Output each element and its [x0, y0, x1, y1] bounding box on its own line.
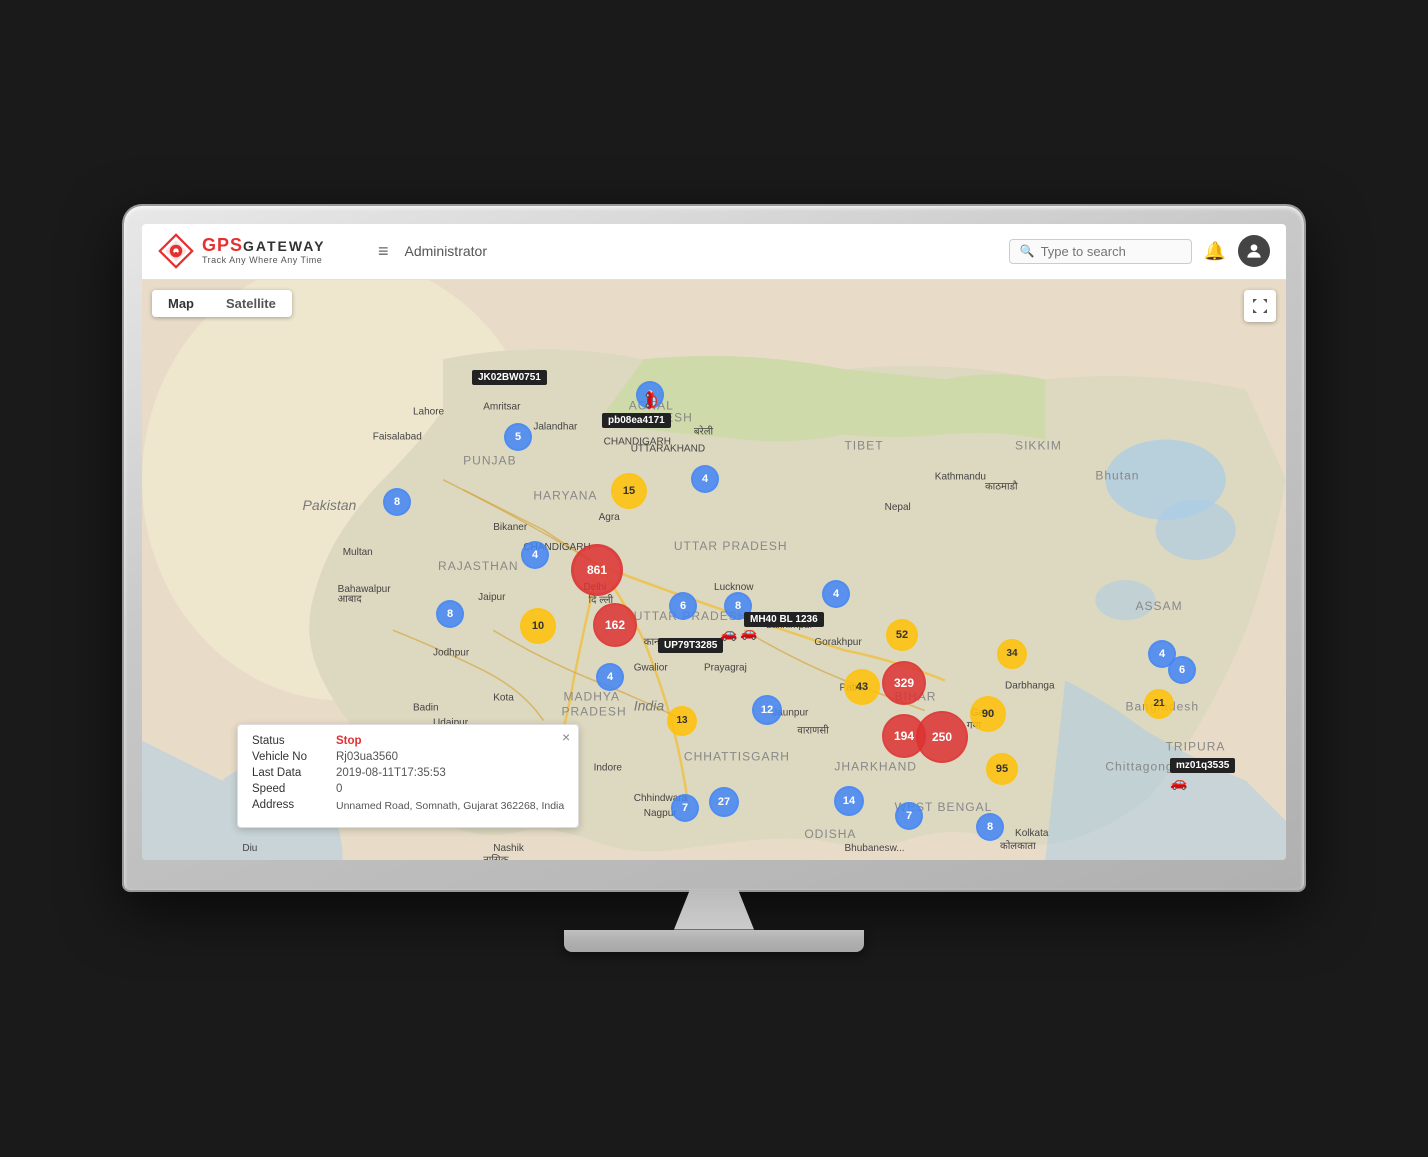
logo-area: GPSGATEWAY Track Any Where Any Time — [158, 233, 378, 269]
monitor-neck — [674, 890, 754, 930]
svg-text:नासिक: नासिक — [483, 854, 509, 860]
svg-text:Chittagong: Chittagong — [1105, 759, 1173, 773]
info-popup: × Status Stop Vehicle No Rj03ua3560 Last… — [237, 724, 579, 829]
vehicle-label-jk02bw0751[interactable]: JK02BW0751 — [472, 370, 547, 385]
svg-text:HARYANA: HARYANA — [533, 488, 597, 502]
car-icon-mz: 🚗 — [1170, 774, 1187, 791]
svg-text:RAJASTHAN: RAJASTHAN — [438, 559, 519, 573]
svg-text:Badin: Badin — [413, 702, 439, 713]
vehicle-label-pb08ea4171[interactable]: pb08ea4171 — [602, 413, 671, 428]
user-avatar[interactable] — [1238, 235, 1270, 267]
svg-text:Kathmandu: Kathmandu — [935, 471, 986, 482]
svg-text:Indore: Indore — [594, 762, 623, 773]
car-icon-mh: 🚗 — [740, 624, 757, 641]
svg-text:India: India — [634, 697, 665, 713]
popup-close[interactable]: × — [562, 729, 570, 745]
svg-text:Jodhpur: Jodhpur — [433, 647, 470, 658]
vehicle-label-mz01q3535[interactable]: mz01q3535 — [1170, 758, 1235, 773]
tab-satellite[interactable]: Satellite — [210, 290, 292, 317]
svg-text:बरेली: बरेली — [694, 425, 714, 437]
search-box[interactable]: 🔍 — [1009, 239, 1192, 264]
svg-text:Agra: Agra — [599, 511, 621, 522]
logo-text: GPSGATEWAY Track Any Where Any Time — [202, 236, 325, 266]
svg-text:Bhubanesw...: Bhubanesw... — [844, 842, 904, 853]
monitor-wrapper: GPSGATEWAY Track Any Where Any Time ≡ Ad… — [114, 206, 1314, 952]
popup-speed-row: Speed 0 — [252, 783, 564, 795]
svg-text:Jaipur: Jaipur — [478, 592, 506, 603]
svg-text:वाराणसी: वाराणसी — [797, 724, 829, 736]
monitor-base — [564, 930, 864, 952]
svg-text:Pakistan: Pakistan — [303, 496, 357, 512]
search-input[interactable] — [1041, 244, 1181, 259]
svg-text:कोलकाता: कोलकाता — [1000, 839, 1036, 851]
svg-text:Nashik: Nashik — [493, 842, 525, 853]
svg-text:आबाद: आबाद — [338, 594, 363, 605]
svg-text:TRIPURA: TRIPURA — [1166, 739, 1226, 753]
svg-text:PUNJAB: PUNJAB — [463, 453, 517, 467]
svg-text:Darbhanga: Darbhanga — [1005, 680, 1055, 691]
svg-text:Gwalior: Gwalior — [634, 662, 669, 673]
svg-text:Bhutan: Bhutan — [1095, 468, 1139, 482]
svg-text:CHHATTISGARH: CHHATTISGARH — [684, 749, 790, 763]
popup-status-row: Status Stop — [252, 735, 564, 747]
svg-text:Diu: Diu — [242, 842, 257, 853]
bell-icon[interactable]: 🔔 — [1204, 241, 1226, 262]
svg-text:Gorakhpur: Gorakhpur — [814, 637, 862, 648]
svg-text:PRADESH: PRADESH — [561, 704, 626, 718]
svg-text:Faisalabad: Faisalabad — [373, 431, 422, 442]
admin-label: Administrator — [405, 243, 1009, 259]
popup-lastdata-row: Last Data 2019-08-11T17:35:53 — [252, 767, 564, 779]
svg-text:Amritsar: Amritsar — [483, 401, 521, 412]
search-icon: 🔍 — [1020, 244, 1035, 258]
svg-text:UTTARAKHAND: UTTARAKHAND — [631, 443, 705, 454]
svg-text:MADHYA: MADHYA — [563, 689, 620, 703]
map-tabs: Map Satellite — [152, 290, 292, 317]
svg-text:SIKKIM: SIKKIM — [1015, 438, 1062, 452]
svg-text:काठमाडौ: काठमाडौ — [985, 480, 1018, 492]
svg-text:Kolkata: Kolkata — [1015, 827, 1049, 838]
car-icon-jk: 🚗 — [644, 390, 664, 410]
svg-text:Kota: Kota — [493, 692, 514, 703]
topbar: GPSGATEWAY Track Any Where Any Time ≡ Ad… — [142, 224, 1286, 280]
car-icon-up: 🚗 — [720, 625, 737, 642]
fullscreen-button[interactable] — [1244, 290, 1276, 322]
svg-text:Multan: Multan — [343, 546, 373, 557]
vehicle-label-up79t3285[interactable]: UP79T3285 — [658, 638, 723, 653]
svg-text:ODISHA: ODISHA — [804, 826, 856, 840]
tab-map[interactable]: Map — [152, 290, 210, 317]
screen: GPSGATEWAY Track Any Where Any Time ≡ Ad… — [142, 224, 1286, 860]
svg-text:Jalandhar: Jalandhar — [533, 421, 578, 432]
topbar-right: 🔍 🔔 — [1009, 235, 1270, 267]
svg-text:Prayagraj: Prayagraj — [704, 662, 747, 673]
svg-text:TIBET: TIBET — [844, 438, 883, 452]
svg-text:Lahore: Lahore — [413, 406, 445, 417]
svg-text:UTTAR PRADESH: UTTAR PRADESH — [674, 538, 788, 552]
hamburger-menu[interactable]: ≡ — [378, 241, 389, 262]
monitor-bezel: GPSGATEWAY Track Any Where Any Time ≡ Ad… — [124, 206, 1304, 890]
svg-text:JHARKHAND: JHARKHAND — [834, 759, 917, 773]
popup-address-row: Address Unnamed Road, Somnath, Gujarat 3… — [252, 799, 564, 814]
logo-gps-gateway: GPSGATEWAY — [202, 236, 325, 256]
logo-icon — [158, 233, 194, 269]
svg-text:Nepal: Nepal — [885, 501, 911, 512]
map-container[interactable]: Pakistan India TIBET Nepal Kathmandu काठ… — [142, 280, 1286, 860]
popup-vehicle-row: Vehicle No Rj03ua3560 — [252, 751, 564, 763]
svg-text:Bikaner: Bikaner — [493, 521, 528, 532]
svg-text:ASSAM: ASSAM — [1135, 599, 1182, 613]
